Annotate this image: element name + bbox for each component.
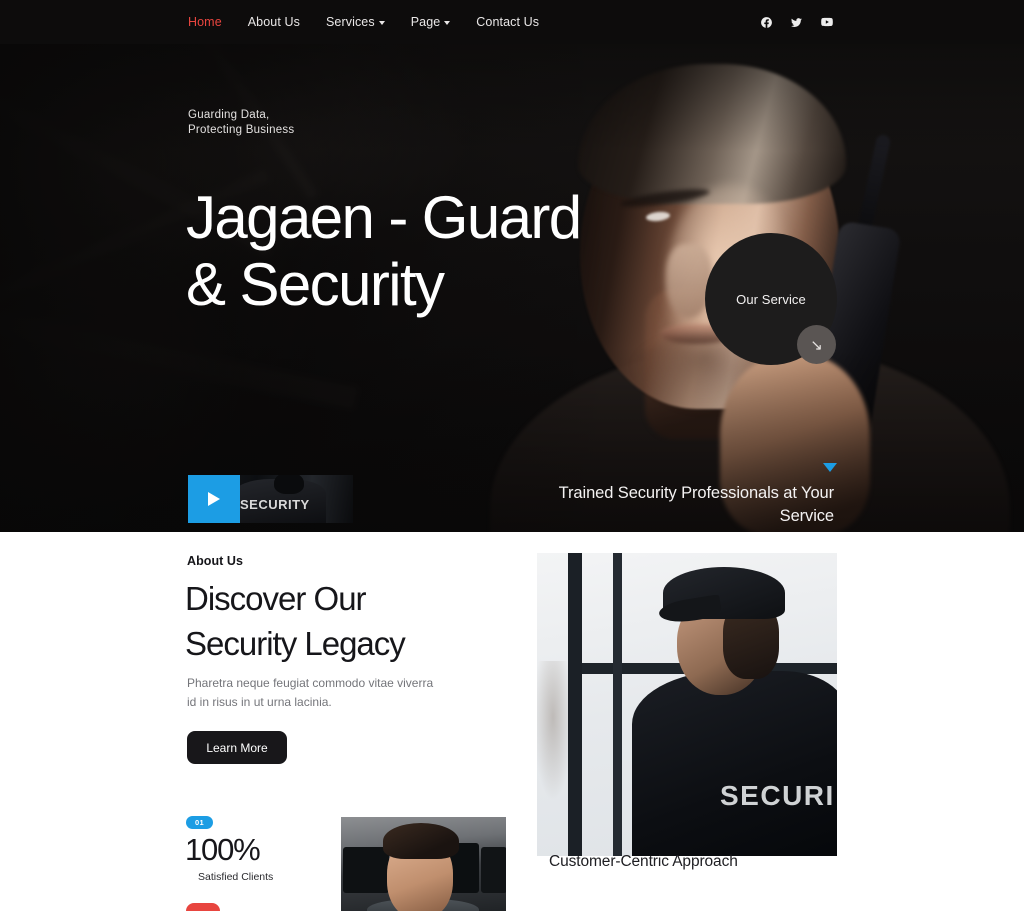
stat-badge-02: [186, 903, 220, 911]
about-photo-word: SECURI: [720, 780, 835, 811]
hero-video-promo: SECURITY Pharetra neque feugiat commodo …: [188, 475, 388, 532]
triangle-down-icon: [823, 463, 837, 472]
nav-item-label: Home: [188, 15, 222, 29]
chevron-down-icon: [378, 21, 385, 25]
nav-item-label: Services: [325, 15, 375, 29]
twitter-icon[interactable]: [790, 16, 803, 29]
nav-item-services[interactable]: Services: [326, 15, 385, 29]
stat-label: Satisfied Clients: [198, 871, 274, 883]
about-section: About Us Discover Our Security Legacy Ph…: [0, 532, 1024, 911]
site-header: Home About Us Services Page Contact Us: [0, 0, 1024, 44]
about-guard-photo: SECURI: [537, 553, 837, 856]
arrow-down-right-icon[interactable]: ↘: [797, 325, 836, 364]
page-root: Home About Us Services Page Contact Us G…: [0, 0, 1024, 911]
feature-title: Customer-Centric Approach: [549, 853, 738, 870]
chevron-down-icon: [444, 21, 451, 25]
promo-thumb-word: SECURITY: [240, 497, 310, 512]
nav-item-contact-us[interactable]: Contact Us: [476, 15, 539, 29]
hero-section: Guarding Data, Protecting Business Jagae…: [0, 44, 1024, 532]
our-service-label: Our Service: [736, 291, 806, 307]
stat-number: 100%: [185, 832, 261, 867]
main-navigation: Home About Us Services Page Contact Us: [188, 0, 539, 44]
promo-media: SECURITY: [188, 475, 353, 523]
nav-item-about-us[interactable]: About Us: [248, 15, 300, 29]
about-title: Discover Our Security Legacy: [185, 580, 406, 662]
hero-kicker: Guarding Data, Protecting Business: [188, 109, 295, 136]
team-portrait-photo: [341, 817, 506, 911]
social-links: [760, 0, 834, 44]
nav-item-label: About Us: [247, 15, 300, 29]
about-label: About Us: [187, 554, 243, 568]
stat-badge-01: 01: [186, 816, 213, 829]
nav-item-label: Contact Us: [476, 15, 540, 29]
about-body: Pharetra neque feugiat commodo vitae viv…: [187, 676, 434, 709]
nav-item-page[interactable]: Page: [411, 15, 451, 29]
hero-cta-headline: Trained Security Professionals at Your S…: [558, 484, 834, 525]
nav-item-label: Page: [410, 15, 441, 29]
learn-more-button[interactable]: Learn More: [187, 731, 287, 764]
play-icon[interactable]: [188, 475, 240, 523]
facebook-icon[interactable]: [760, 16, 773, 29]
nav-item-home[interactable]: Home: [188, 15, 222, 29]
youtube-icon[interactable]: [820, 15, 834, 29]
